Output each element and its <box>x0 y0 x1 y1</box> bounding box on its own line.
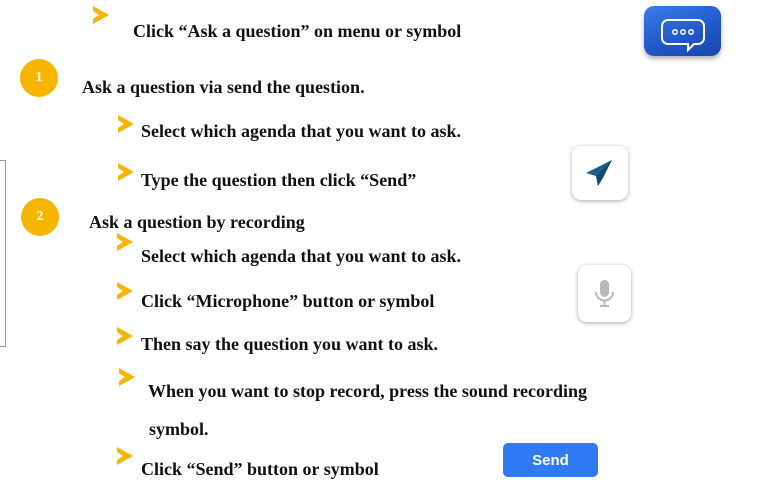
bullet-arrow-icon <box>117 447 133 465</box>
section-2-title: Ask a question by recording <box>89 212 305 232</box>
section-2-item-4: When you want to stop record, press the … <box>148 381 588 401</box>
microphone-icon <box>595 280 614 307</box>
paper-plane-icon <box>586 160 612 186</box>
section-2-item-5: Click “Send” button or symbol <box>141 459 379 479</box>
send-plane-button[interactable] <box>572 146 628 200</box>
section-1-item-2: Type the question then click “Send” <box>141 170 417 190</box>
bullet-arrow-icon <box>93 6 109 24</box>
bullet-arrow-icon <box>117 233 133 251</box>
bullet-arrow-icon <box>119 368 135 386</box>
section-2-item-4-cont: symbol. <box>149 419 209 439</box>
section-2-item-3: Then say the question you want to ask. <box>141 334 439 354</box>
step-number-2: 2 <box>21 198 59 236</box>
chat-button[interactable] <box>644 6 721 56</box>
section-2-item-2: Click “Microphone” button or symbol <box>141 291 435 311</box>
send-button[interactable]: Send <box>503 443 598 477</box>
bullet-arrow-icon <box>117 327 133 345</box>
microphone-button[interactable] <box>578 265 631 322</box>
section-2-item-1: Select which agenda that you want to ask… <box>141 246 462 266</box>
section-1-title: Ask a question via send the question. <box>82 77 365 97</box>
intro-step-text: Click “Ask a question” on menu or symbol <box>133 21 462 41</box>
bullet-arrow-icon <box>117 282 133 300</box>
chat-bubble-icon <box>661 19 705 53</box>
section-1-item-1: Select which agenda that you want to ask… <box>141 121 462 141</box>
left-edge-frame <box>0 160 6 347</box>
bullet-arrow-icon <box>118 115 134 133</box>
step-number-1: 1 <box>20 59 58 97</box>
bullet-arrow-icon <box>118 163 134 181</box>
